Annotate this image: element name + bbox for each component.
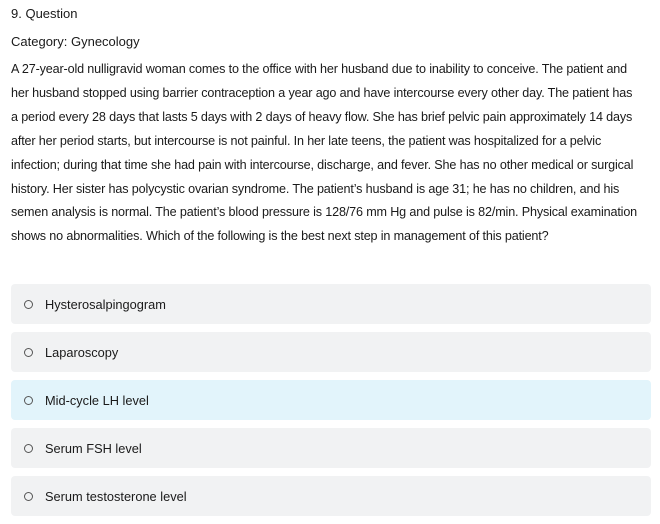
question-stem: A 27-year-old nulligravid woman comes to…: [11, 58, 655, 249]
answer-option-hysterosalpingogram[interactable]: Hysterosalpingogram: [11, 284, 651, 324]
stem-line: shows no abnormalities. Which of the fol…: [11, 229, 549, 244]
radio-button-icon[interactable]: [24, 443, 33, 453]
answer-option-serum-fsh-level[interactable]: Serum FSH level: [11, 428, 651, 468]
answer-option-laparoscopy[interactable]: Laparoscopy: [11, 332, 651, 372]
radio-button-icon[interactable]: [24, 395, 33, 405]
answer-option-label: Mid-cycle LH level: [45, 392, 149, 408]
stem-line: semen analysis is normal. The patient’s …: [11, 205, 638, 220]
stem-line: infection; during that time she had pain…: [11, 157, 634, 172]
answer-option-label: Serum FSH level: [45, 440, 142, 456]
stem-line: history. Her sister has polycystic ovari…: [11, 181, 620, 196]
answer-option-label: Serum testosterone level: [45, 488, 187, 504]
answer-options: Hysterosalpingogram Laparoscopy Mid-cycl…: [11, 284, 651, 524]
stem-line: a period every 28 days that lasts 5 days…: [11, 109, 633, 124]
stem-line: after her period starts, but intercourse…: [11, 133, 602, 148]
question-category: Category: Gynecology: [11, 34, 140, 49]
answer-option-label: Hysterosalpingogram: [45, 296, 166, 312]
radio-button-icon[interactable]: [24, 347, 33, 357]
question-number: 9. Question: [11, 6, 78, 21]
answer-option-serum-testosterone-level[interactable]: Serum testosterone level: [11, 476, 651, 516]
stem-line: her husband stopped using barrier contra…: [11, 85, 633, 100]
answer-option-label: Laparoscopy: [45, 344, 119, 360]
radio-button-icon[interactable]: [24, 299, 33, 309]
answer-option-mid-cycle-lh-level[interactable]: Mid-cycle LH level: [11, 380, 651, 420]
radio-button-icon[interactable]: [24, 491, 33, 501]
stem-line: A 27-year-old nulligravid woman comes to…: [11, 62, 628, 76]
